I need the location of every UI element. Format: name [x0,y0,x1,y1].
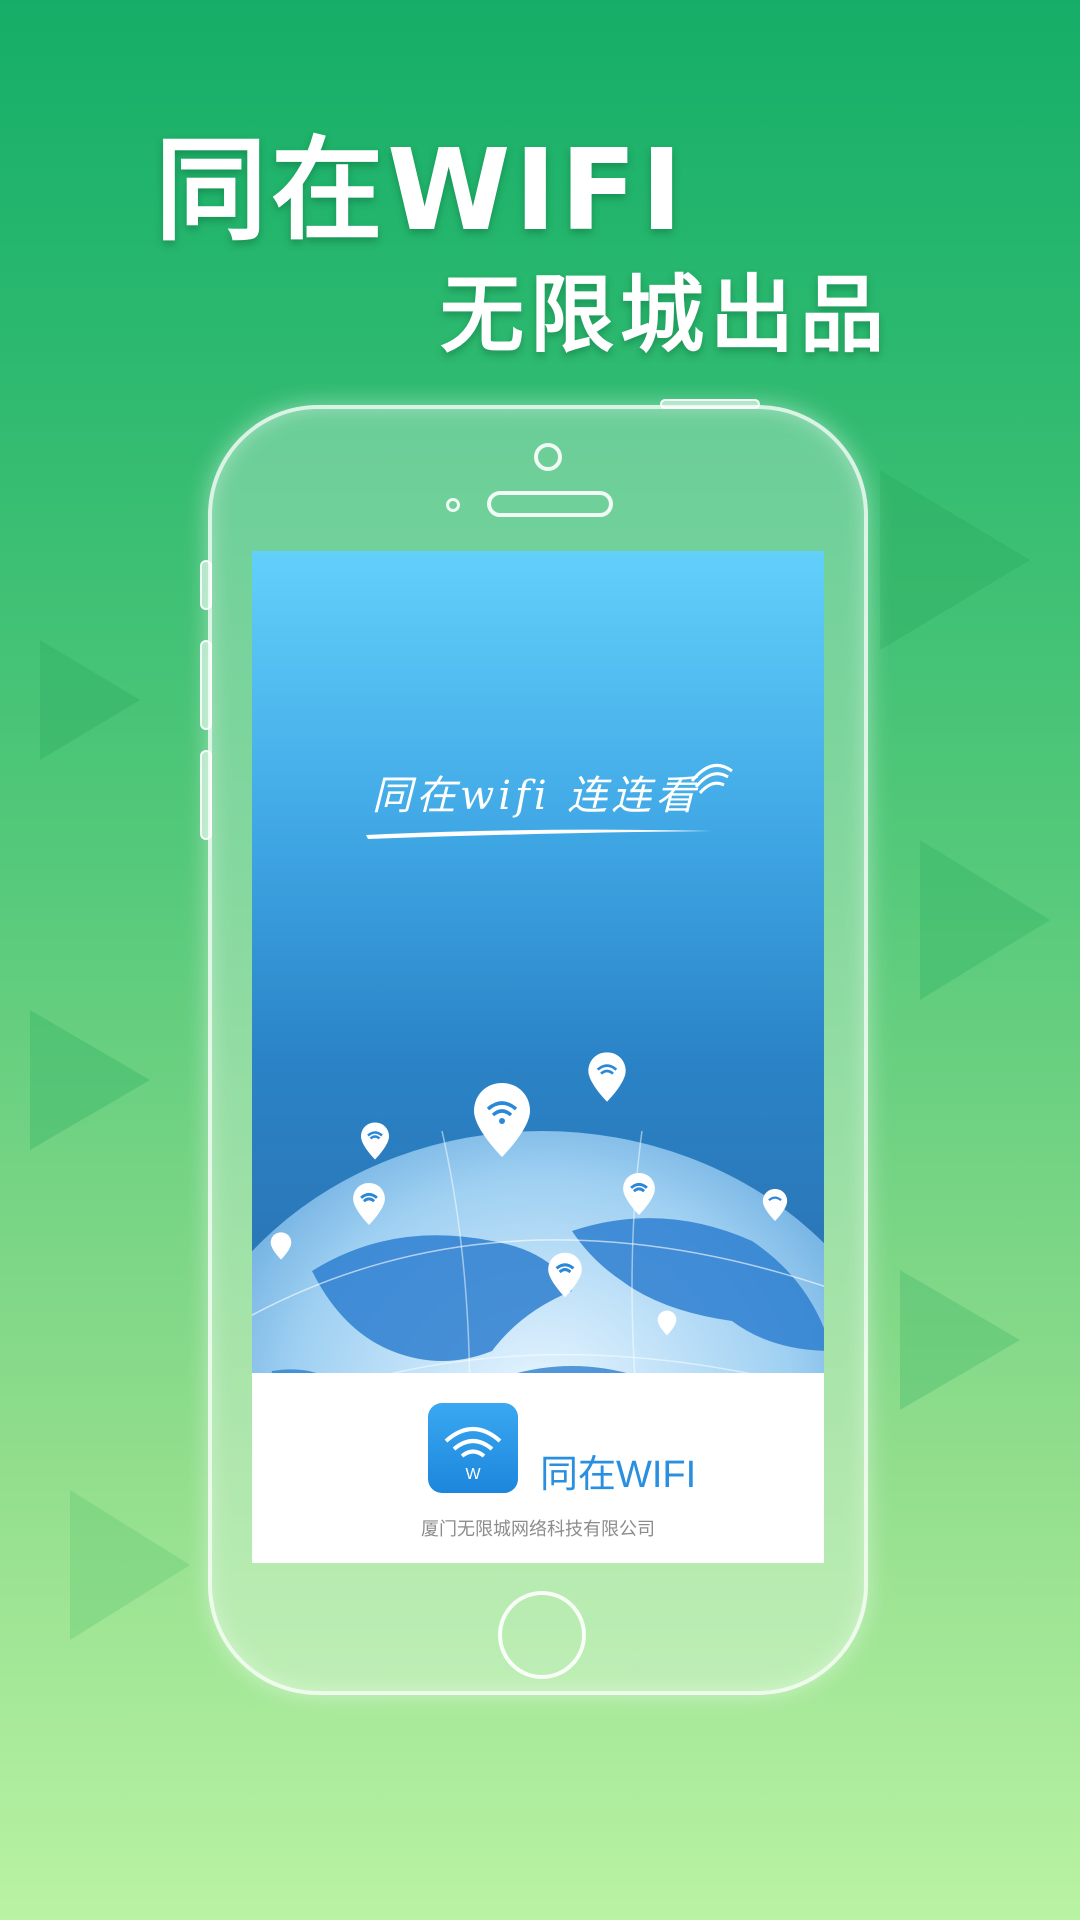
splash-background: 同在wifi 连连看 [252,551,824,1563]
app-icon-letter: W [465,1466,481,1483]
map-pin-icon [657,1310,677,1336]
bg-triangle [880,470,1030,650]
map-pin-icon [762,1188,788,1222]
bg-triangle [920,840,1050,1000]
speaker-grille [487,491,613,517]
home-button-icon[interactable] [498,1591,586,1679]
splash-footer: W 同在WIFI 厦门无限城网络科技有限公司 [252,1373,824,1563]
bg-triangle [70,1490,190,1640]
company-name: 厦门无限城网络科技有限公司 [421,1519,655,1540]
wifi-icon: W [444,1427,502,1483]
power-button [660,399,760,409]
app-icon: W [428,1403,518,1493]
headline-subtitle: 无限城出品 [440,266,891,364]
app-name: 同在WIFI [540,1454,697,1496]
volume-up-button [200,640,212,730]
splash-tagline: 同在wifi 连连看 [372,773,700,819]
map-pin-icon [588,1052,626,1102]
bg-triangle [40,640,140,760]
headline-title: 同在WIFI [155,126,687,256]
map-pin-icon [474,1083,530,1157]
volume-down-button [200,750,212,840]
tagline-underline [366,829,712,839]
bg-triangle [30,1010,150,1150]
front-camera-icon [534,443,562,471]
wifi-waves-icon [690,763,733,795]
map-pin-icon [361,1122,389,1160]
map-pin-icon [270,1232,292,1260]
map-pin-icon [353,1183,385,1225]
sensor-dot-icon [446,498,460,512]
bg-triangle [900,1270,1020,1410]
phone-screen: 同在wifi 连连看 W 同在WIFI 厦门无限城网络科技有限公司 [252,551,824,1563]
map-pin-icon [623,1173,655,1215]
map-pin-icon [548,1252,582,1298]
mute-switch [200,560,212,610]
